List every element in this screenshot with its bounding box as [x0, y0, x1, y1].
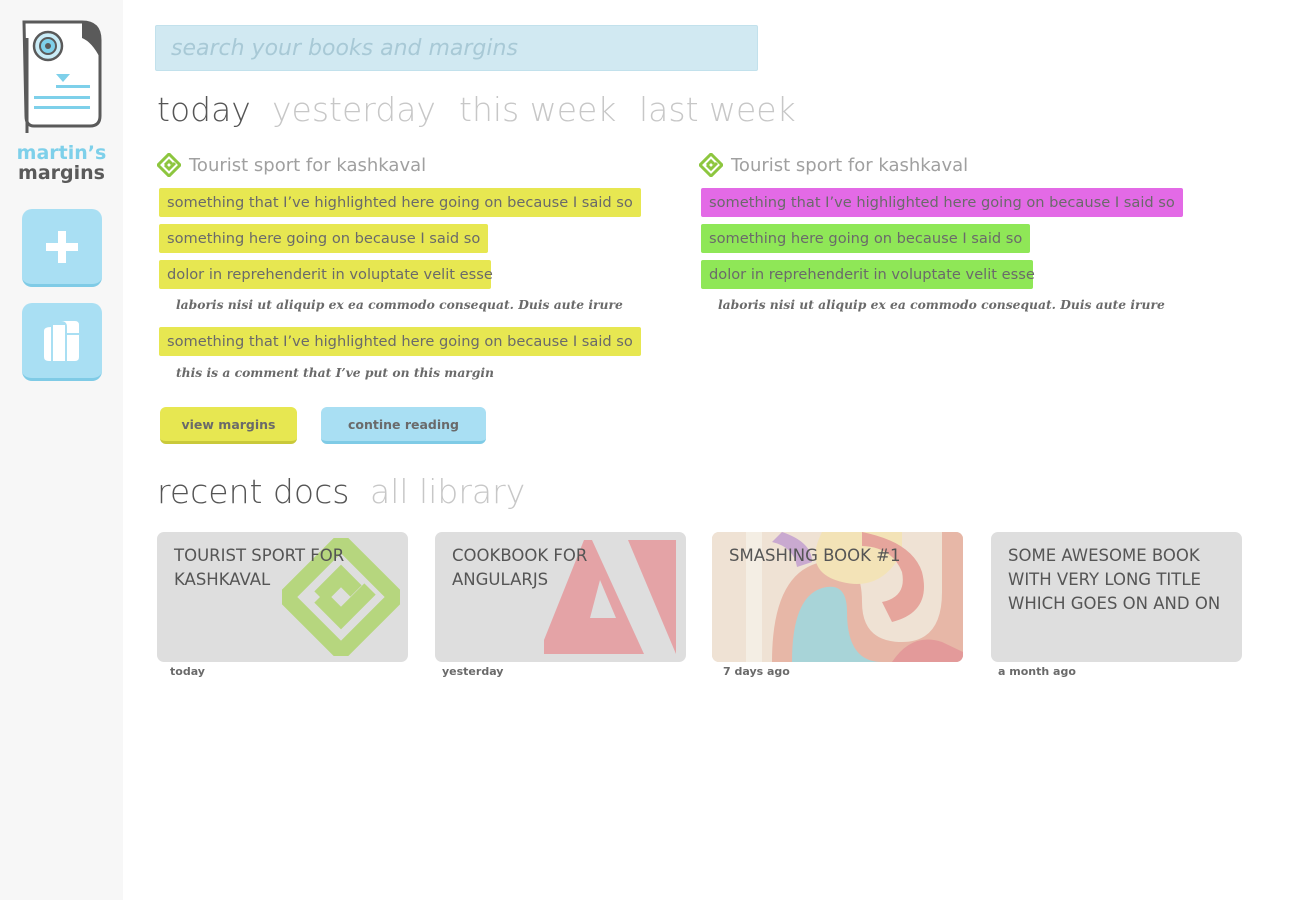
doc-date: yesterday	[442, 665, 504, 678]
doc-title: Cookbook for AngularJS	[452, 546, 588, 589]
search-input[interactable]	[155, 25, 758, 71]
highlight[interactable]: something here going on because I said s…	[159, 224, 489, 253]
doc-card[interactable]: Tourist sport for kashkaval	[157, 532, 408, 662]
view-margins-button[interactable]: view margins	[160, 407, 297, 444]
doc-title: Some awesome book with very long title w…	[1008, 546, 1221, 613]
highlight-comment: laboris nisi ut aliquip ex ea commodo co…	[718, 297, 1165, 312]
margin-book-title-text: Tourist sport for kashkaval	[731, 154, 969, 176]
highlight-comment: laboris nisi ut aliquip ex ea commodo co…	[176, 297, 623, 312]
margin-book-title[interactable]: Tourist sport for kashkaval	[157, 150, 426, 180]
brand-line-1: martin’s	[16, 142, 107, 164]
app: martin’s margins today yesterday this we…	[0, 0, 1300, 900]
highlight-comment: this is a comment that I’ve put on this …	[176, 365, 494, 380]
highlight[interactable]: something that I’ve highlighted here goi…	[159, 327, 641, 356]
highlight[interactable]: something here going on because I said s…	[701, 224, 1031, 253]
highlight[interactable]: something that I’ve highlighted here goi…	[701, 188, 1183, 217]
tab-yesterday[interactable]: yesterday	[272, 88, 436, 132]
brand-name: martin’s margins	[0, 143, 123, 183]
library-button[interactable]	[22, 303, 102, 381]
tab-today[interactable]: today	[157, 88, 251, 132]
add-book-button[interactable]	[22, 209, 102, 287]
tab-last-week[interactable]: last week	[639, 88, 796, 132]
margin-book-title-text: Tourist sport for kashkaval	[189, 154, 427, 176]
doc-date: 7 days ago	[723, 665, 790, 678]
epub-icon	[157, 153, 181, 177]
brand-line-2: margins	[18, 162, 105, 184]
doc-title: Tourist sport for kashkaval	[174, 546, 345, 589]
sidebar: martin’s margins	[0, 0, 123, 900]
highlight[interactable]: dolor in reprehenderit in voluptate veli…	[159, 260, 493, 289]
books-icon	[44, 320, 79, 361]
margin-book-title[interactable]: Tourist sport for kashkaval	[699, 150, 968, 180]
continue-reading-button[interactable]: contine reading	[321, 407, 486, 444]
doc-card[interactable]: Cookbook for AngularJS	[435, 532, 686, 662]
doc-title: Smashing book #1	[729, 546, 901, 565]
tab-this-week[interactable]: this week	[459, 88, 616, 132]
doc-date: a month ago	[998, 665, 1076, 678]
doc-card[interactable]: Smashing book #1	[712, 532, 963, 662]
epub-icon	[699, 153, 723, 177]
plus-icon	[46, 230, 78, 263]
highlight[interactable]: dolor in reprehenderit in voluptate veli…	[701, 260, 1035, 289]
doc-card[interactable]: Some awesome book with very long title w…	[991, 532, 1242, 662]
app-logo	[20, 18, 104, 136]
tab-all-library[interactable]: all library	[370, 470, 525, 514]
tab-recent-docs[interactable]: recent docs	[157, 470, 349, 514]
highlight[interactable]: something that I’ve highlighted here goi…	[159, 188, 641, 217]
doc-date: today	[170, 665, 205, 678]
